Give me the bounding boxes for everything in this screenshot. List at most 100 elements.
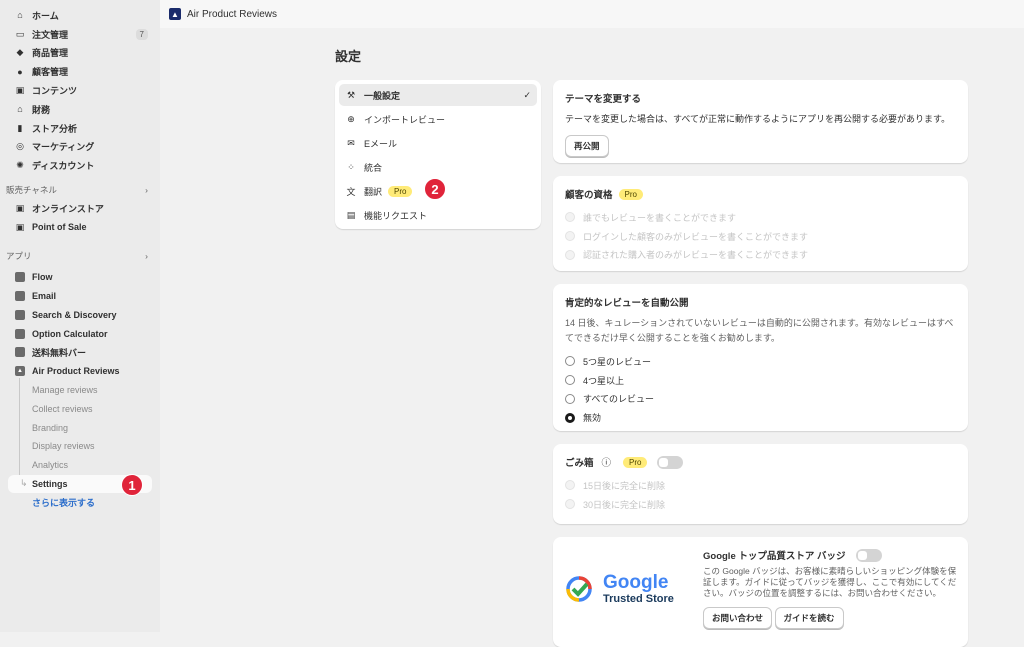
radio-circle [565,375,575,386]
check-icon: ✓ [523,89,531,100]
sidebar-subitem-1[interactable]: Collect reviews [0,399,160,418]
flow-icon [15,272,25,283]
radio-logged-in[interactable]: ログインした顧客のみがレビューを書くことができます [565,227,956,246]
label: Display reviews [32,441,95,452]
sidebar-item-pos[interactable]: ▣ Point of Sale [0,218,160,237]
apps-header[interactable]: アプリ › [0,247,160,265]
pro-badge: Pro [388,185,413,197]
card-title: ごみ箱 [565,458,594,469]
label: 顧客管理 [32,67,69,78]
trusted-store-word: Trusted Store [603,593,674,605]
sidebar-item-0[interactable]: ⌂ ホーム [0,6,160,25]
info-icon[interactable]: ⓘ [602,455,612,469]
label: 注文管理 [32,29,69,40]
target-icon: ◎ [16,141,24,152]
radio-circle-selected [565,412,575,423]
label: 誰でもレビューを書くことができます [583,212,737,223]
content-icon: ▣ [15,85,25,96]
read-guide-button[interactable]: ガイドを読む [774,607,844,629]
contact-button[interactable]: お問い合わせ [703,607,773,629]
card-title: テーマを変更する [565,94,642,105]
republish-button[interactable]: 再公開 [565,135,609,157]
translate-icon: 文 [346,186,356,197]
label: 30日後に完全に削除 [583,499,666,510]
wrench-icon: ⚒ [346,89,356,100]
radio-circle [565,231,575,242]
chevron-right-icon: › [145,250,148,261]
annotation-2: 2 [424,178,446,200]
label: 一般設定 [364,90,401,101]
sidebar-app-4[interactable]: 送料無料バー [0,343,160,362]
label: Analytics [32,460,69,471]
count-badge: 7 [135,28,148,40]
sidebar-app-2[interactable]: Search & Discovery [0,305,160,324]
trash-toggle[interactable] [657,455,684,469]
sidebar-subitem-2[interactable]: Branding [0,418,160,437]
sidebar-item-3[interactable]: ● 顧客管理 [0,62,160,81]
card-title: 顧客の資格 [565,190,613,201]
sidebar-app-1[interactable]: Email [0,287,160,306]
label: Branding [32,422,69,433]
sidebar-app-0[interactable]: Flow [0,268,160,287]
nav-feature-request[interactable]: ▤ 機能リクエスト [339,204,537,226]
google-card: Google Trusted Store Google トップ品質ストア バッジ… [553,537,968,647]
sidebar-item-1[interactable]: ▭ 注文管理 7 [0,25,160,44]
show-more-link[interactable]: さらに表示する [0,493,160,511]
radio-4-star[interactable]: 4つ星以上 [565,371,956,390]
sidebar-item-6[interactable]: ▮ ストア分析 [0,119,160,138]
section-label: 販売チャネル [6,185,57,196]
settings-nav: ⚒ 一般設定 ✓ ⊕ インポートレビュー ✉ Eメール ⁘ 統合 文翻訳 Pro ▤ 機能リク… [335,80,541,229]
radio-verified[interactable]: 認証された購入者のみがレビューを書くことができます [565,246,956,265]
sidebar-item-8[interactable]: ✺ ディスカウント [0,156,160,175]
sales-channels-header[interactable]: 販売チャネル › [0,181,160,199]
trash-card: ごみ箱 ⓘ Pro 15日後に完全に削除 30日後に完全に削除 [553,444,968,524]
label: Eメール [364,138,398,149]
sidebar-app-5[interactable]: ▲ Air Product Reviews [0,362,160,381]
sidebar-item-5[interactable]: ⌂ 財務 [0,100,160,119]
label: マーケティング [32,142,95,153]
label: Email [32,290,57,301]
sidebar-subitem-0[interactable]: Manage reviews [0,381,160,400]
google-trusted-store-logo: Google Trusted Store [565,573,674,605]
radio-30-days[interactable]: 30日後に完全に削除 [565,495,956,514]
note-icon: ▤ [346,209,356,220]
label: インポートレビュー [364,114,446,125]
app-logo-icon: ▲ [169,8,181,20]
sidebar-item-4[interactable]: ▣ コンテンツ [0,81,160,100]
nav-general[interactable]: ⚒ 一般設定 ✓ [339,84,537,106]
sidebar-item-7[interactable]: ◎ マーケティング [0,138,160,157]
email-icon: ✉ [347,137,355,148]
label: 送料無料バー [32,347,87,358]
person-icon: ● [17,66,23,77]
integration-icon: ⁘ [347,161,355,172]
radio-disabled[interactable]: 無効 [565,408,956,427]
label: 15日後に完全に削除 [583,480,666,491]
sidebar-app-3[interactable]: Option Calculator [0,324,160,343]
sidebar-subitem-3[interactable]: Display reviews [0,437,160,456]
nav-integrations[interactable]: ⁘ 統合 [339,156,537,178]
label: Air Product Reviews [32,366,120,377]
radio-circle [565,212,575,223]
sidebar-subitem-4[interactable]: Analytics [0,456,160,475]
radio-15-days[interactable]: 15日後に完全に削除 [565,476,956,495]
label: Search & Discovery [32,309,117,320]
label: コンテンツ [32,86,78,97]
label: 無効 [583,413,602,424]
sidebar-item-2[interactable]: ◆ 商品管理 [0,44,160,63]
nav-email[interactable]: ✉ Eメール [339,132,537,154]
radio-5-star[interactable]: 5つ星のレビュー [565,352,956,371]
sidebar-item-online-store[interactable]: ▣ オンラインストア [0,199,160,218]
annotation-1: 1 [121,474,143,496]
google-badge-toggle[interactable] [855,548,882,562]
card-desc: テーマを変更した場合は、すべてが正常に動作するようにアプリを再公開する必要があり… [565,114,951,124]
search-icon [15,309,25,320]
nav-import[interactable]: ⊕ インポートレビュー [339,108,537,130]
label: 商品管理 [32,48,69,59]
radio-circle [565,393,575,404]
radio-anyone[interactable]: 誰でもレビューを書くことができます [565,208,956,227]
card-desc: 14 日後、キュレーションされていないレビューは自動的に公開されます。有効なレビ… [565,318,954,343]
tree-line [19,378,20,484]
label: Collect reviews [32,403,93,414]
radio-circle [565,499,575,510]
radio-all[interactable]: すべてのレビュー [565,390,956,409]
